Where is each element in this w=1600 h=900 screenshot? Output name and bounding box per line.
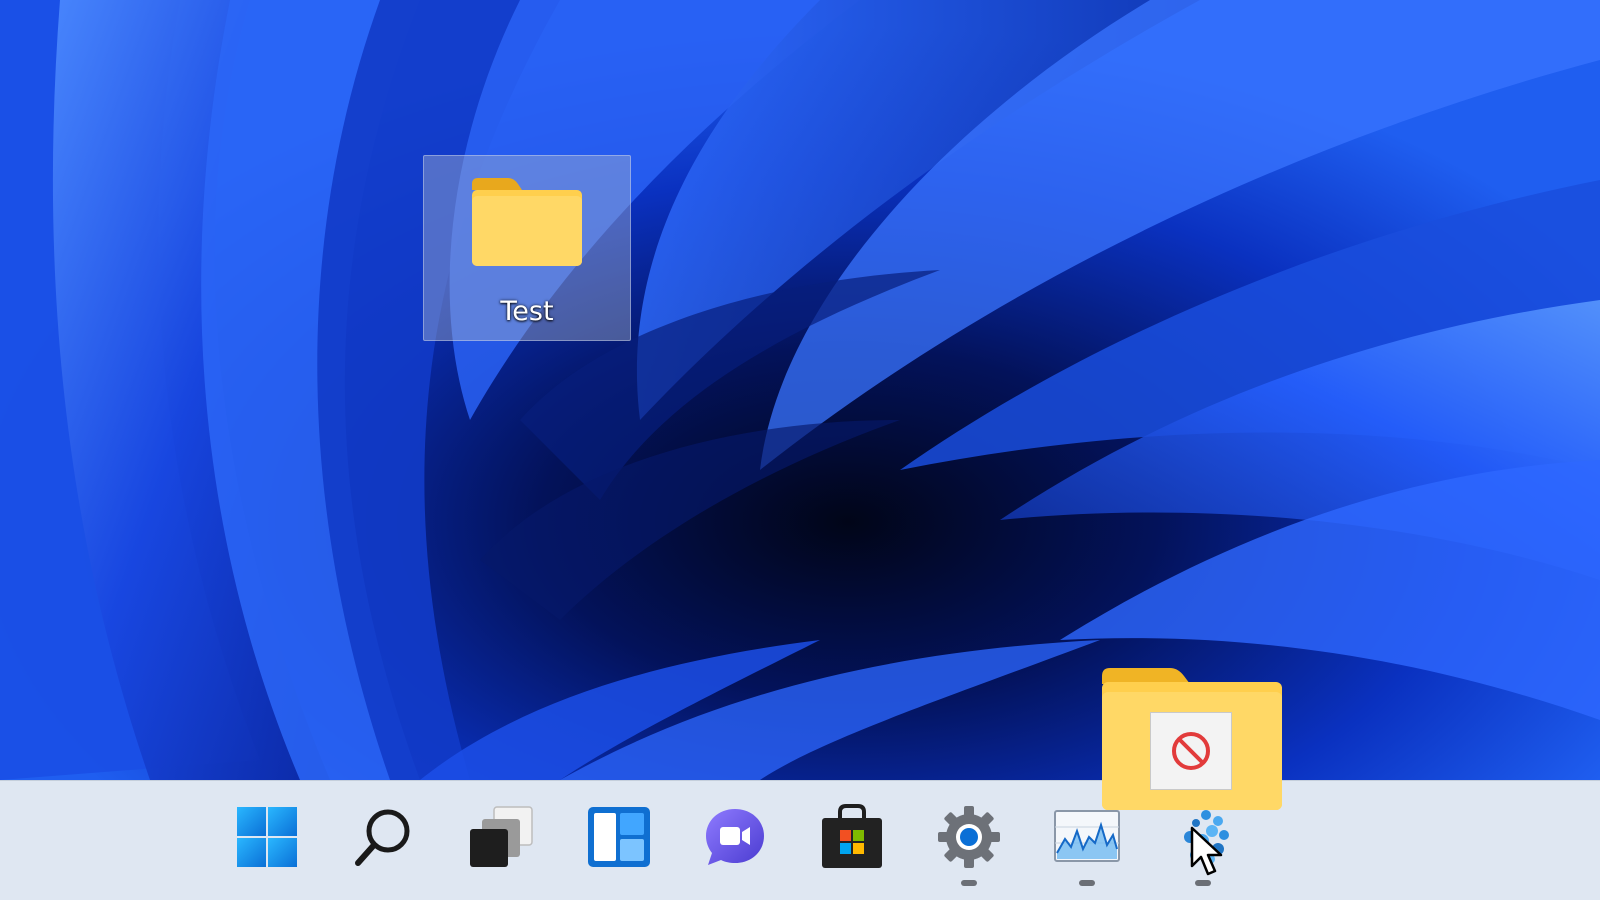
start-button[interactable] bbox=[227, 797, 307, 877]
no-drop-badge bbox=[1150, 712, 1232, 790]
task-view-button[interactable] bbox=[462, 797, 542, 877]
gear-icon bbox=[938, 806, 1000, 868]
running-indicator bbox=[1079, 880, 1095, 886]
activity-graph-icon bbox=[1054, 810, 1120, 862]
widgets-icon bbox=[588, 807, 650, 867]
drag-ghost bbox=[1098, 664, 1286, 814]
chat-video-icon bbox=[706, 809, 764, 865]
chat-button[interactable] bbox=[695, 797, 775, 877]
desktop: Test bbox=[0, 0, 1600, 900]
search-button[interactable] bbox=[344, 797, 424, 877]
desktop-icon-test-folder[interactable]: Test bbox=[423, 155, 631, 341]
mouse-cursor-icon bbox=[1190, 826, 1223, 876]
folder-icon bbox=[472, 178, 582, 266]
windows-logo-icon bbox=[237, 807, 297, 867]
no-drop-icon bbox=[1172, 732, 1210, 770]
widgets-button[interactable] bbox=[579, 797, 659, 877]
running-indicator bbox=[1195, 880, 1211, 886]
microsoft-store-button[interactable] bbox=[812, 797, 892, 877]
running-indicator bbox=[961, 880, 977, 886]
wallpaper-image bbox=[0, 0, 1600, 900]
settings-button[interactable] bbox=[929, 797, 1009, 886]
store-bag-icon bbox=[822, 804, 882, 868]
taskbar bbox=[0, 780, 1600, 900]
desktop-icon-label: Test bbox=[500, 296, 554, 327]
task-view-icon bbox=[470, 806, 533, 867]
search-icon bbox=[355, 809, 410, 866]
